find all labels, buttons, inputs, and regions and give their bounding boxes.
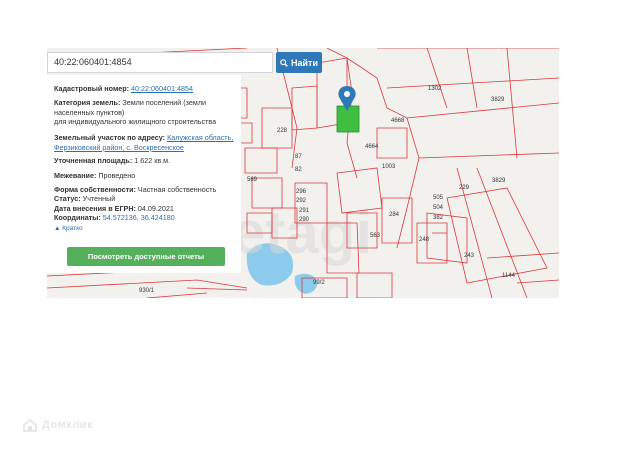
parcel-label: 82 — [295, 167, 302, 173]
parcel-label: 4668 — [391, 118, 405, 124]
parcel-label: 569 — [247, 177, 258, 183]
category-label: Категория земель: — [54, 98, 121, 107]
parcel-label: 1302 — [428, 86, 442, 92]
parcel-label: 3829 — [492, 178, 506, 184]
selected-parcel[interactable] — [336, 105, 360, 133]
parcel-label: 4664 — [365, 144, 379, 150]
category-value-2: населенных пунктов) — [54, 107, 125, 117]
area-label: Уточненная площадь: — [54, 156, 133, 165]
brand-name: Домклик — [42, 419, 94, 431]
view-reports-button[interactable]: Посмотреть доступные отчеты — [67, 247, 225, 266]
coords-label: Координаты: — [54, 213, 101, 222]
parcel-label: 505 — [433, 195, 444, 201]
search-button[interactable]: Найти — [276, 52, 322, 73]
coords-row: Координаты: 54.572136, 36.424180 — [54, 213, 235, 223]
parcel-info-panel: Кадастровый номер: 40:22:060401:4854 Кат… — [47, 75, 241, 273]
egrn-label: Дата внесения в ЕГРН: — [54, 204, 136, 213]
parcel-label: 248 — [419, 237, 430, 243]
search-input[interactable]: 40:22:060401:4854 — [47, 52, 273, 73]
ownership-value: Частная собственность — [137, 185, 217, 194]
parcel-label: 504 — [433, 205, 444, 211]
parcel-label: 243 — [464, 253, 475, 259]
parcel-label: 291 — [299, 208, 310, 214]
survey-value: Проведено — [98, 171, 136, 180]
brief-toggle-label: Кратко — [62, 225, 83, 232]
parcel-label: 87 — [295, 154, 302, 160]
cadastral-row: Кадастровый номер: 40:22:060401:4854 — [54, 84, 235, 94]
ownership-label: Форма собственности: — [54, 185, 136, 194]
area-value: 1 622 кв.м. — [134, 156, 171, 165]
address-link-1[interactable]: Калужская область, — [167, 133, 233, 142]
address-link-2[interactable]: Ферзиковский район, с. Воскресенское — [54, 143, 184, 152]
parcel-label: 290 — [299, 217, 310, 223]
address-label: Земельный участок по адресу: — [54, 133, 166, 142]
parcel-label: 296 — [296, 189, 307, 195]
address-row: Земельный участок по адресу: Калужская о… — [54, 133, 235, 152]
status-value: Учтенный — [82, 194, 116, 203]
parcel-label: 228 — [277, 128, 288, 134]
category-value-1: Земли поселений (земли — [122, 98, 207, 107]
parcel-label: 292 — [296, 198, 307, 204]
brief-toggle[interactable]: ▲ Кратко — [54, 225, 83, 232]
house-logo-icon — [23, 418, 37, 432]
category-value-3: для индивидуального жилищного строительс… — [54, 117, 217, 126]
location-pin-dot — [344, 91, 350, 97]
parcel-label: 284 — [389, 212, 400, 218]
parcel-label: 1144 — [502, 273, 516, 279]
parcel-label: 1003 — [382, 164, 396, 170]
parcel-label: 382 — [433, 215, 444, 221]
search-button-label: Найти — [291, 57, 318, 68]
cadastral-label: Кадастровый номер: — [54, 84, 130, 93]
parcel-label: 563 — [370, 233, 381, 239]
chevron-up-icon: ▲ — [54, 225, 61, 232]
status-row: Статус: Учтенный — [54, 194, 235, 204]
category-row: Категория земель: Земли поселений (земли… — [54, 98, 235, 127]
search-icon — [280, 58, 288, 67]
coords-value: 54.572136, 36.424180 — [102, 213, 175, 222]
status-label: Статус: — [54, 194, 81, 203]
survey-label: Межевание: — [54, 171, 97, 180]
parcel-label: 3829 — [491, 97, 505, 103]
domclick-watermark: Домклик — [22, 418, 93, 432]
survey-row: Межевание: Проведено — [54, 171, 235, 181]
area-row: Уточненная площадь: 1 622 кв.м. — [54, 156, 235, 166]
parcel-label: 229 — [459, 185, 470, 191]
cadastral-link[interactable]: 40:22:060401:4854 — [131, 84, 193, 93]
egrn-value: 04.09.2021 — [137, 204, 174, 213]
parcel-label: 930/1 — [139, 288, 155, 294]
parcel-label: 99/2 — [313, 280, 325, 286]
